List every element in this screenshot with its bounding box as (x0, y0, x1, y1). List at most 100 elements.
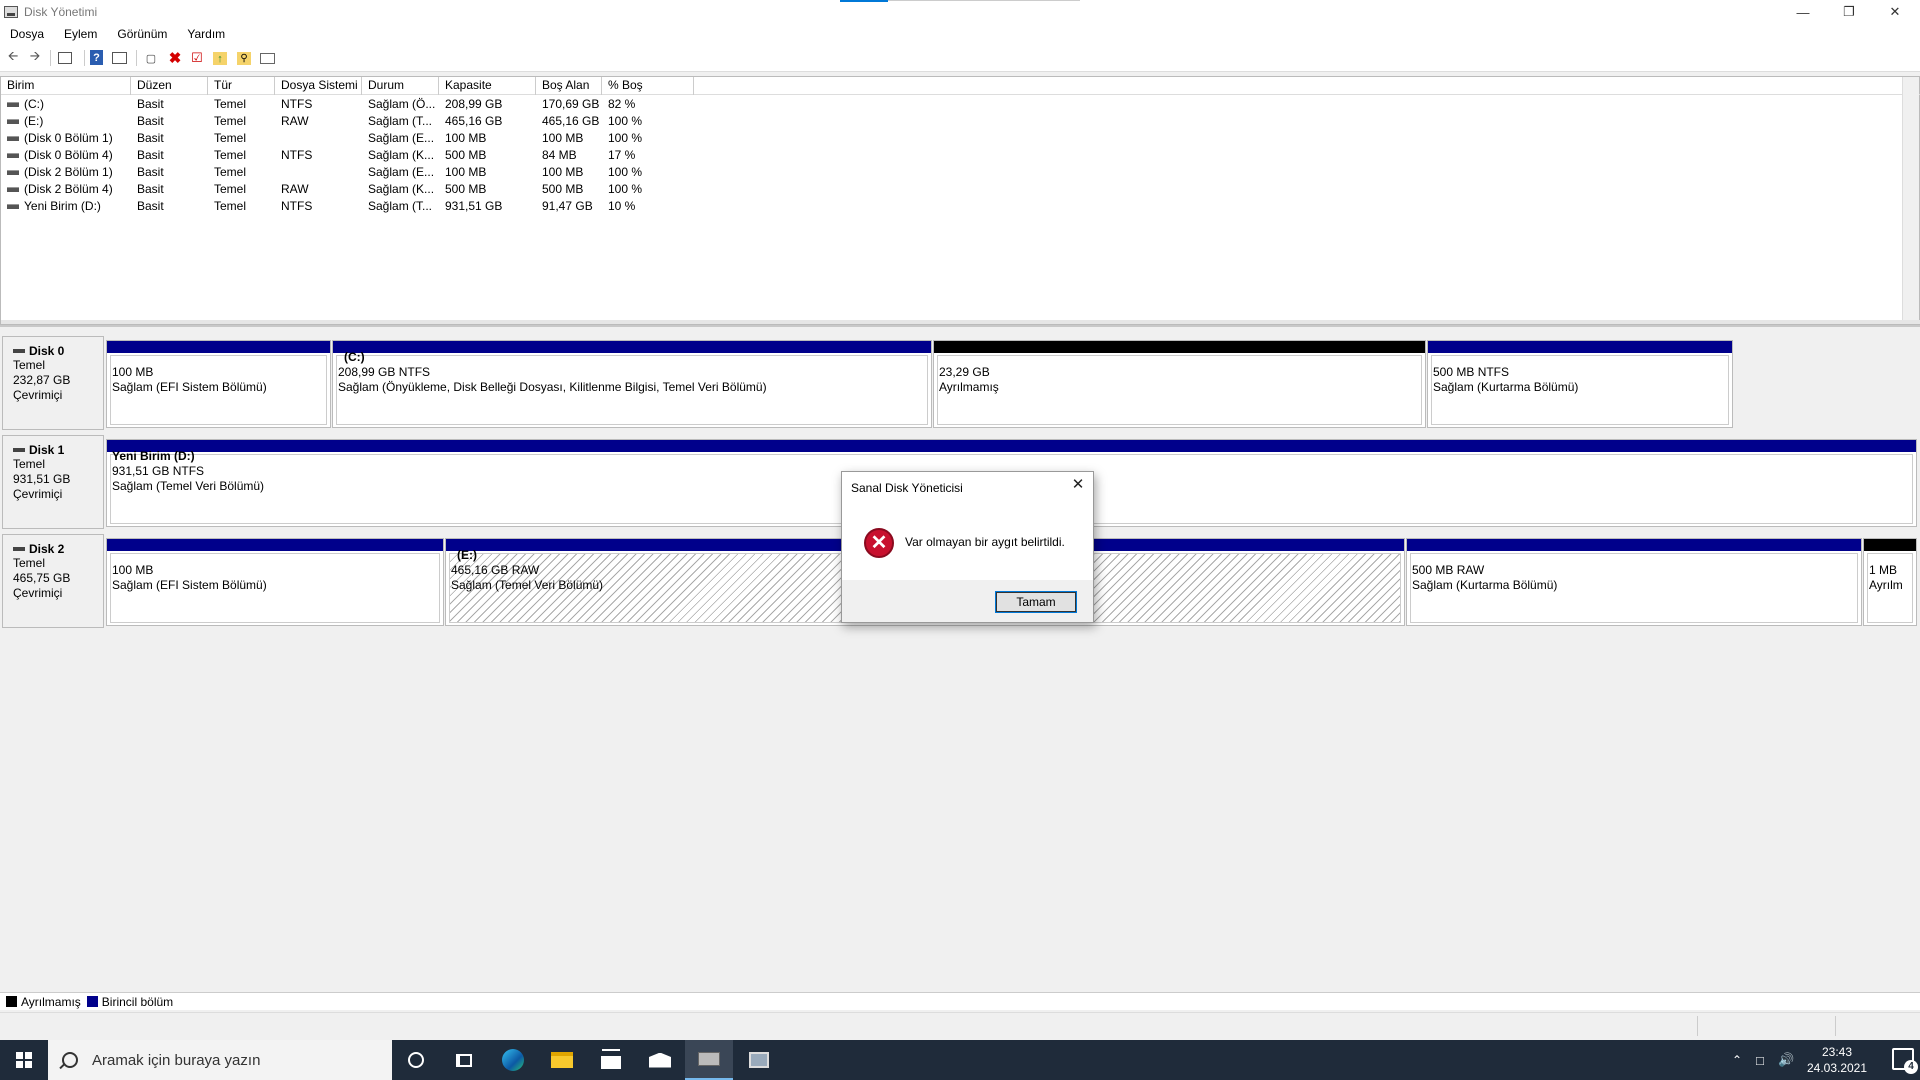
disk-icon (13, 448, 25, 452)
start-button[interactable] (0, 1040, 48, 1080)
properties-icon[interactable] (112, 52, 127, 64)
splitter[interactable] (1, 320, 1920, 324)
cortana-icon[interactable] (392, 1040, 440, 1080)
taskbar: Aramak için buraya yazın ⌃ □ 🔊 23:43 24.… (0, 1040, 1920, 1080)
volume-free: 170,69 GB (542, 97, 600, 111)
disk-0-unallocated[interactable]: 23,29 GB Ayrılmamış (933, 340, 1426, 428)
disk-2-partition-recovery[interactable]: 500 MB RAW Sağlam (Kurtarma Bölümü) (1406, 538, 1862, 626)
col-bos-alan[interactable]: Boş Alan (536, 77, 602, 95)
volume-name: (Disk 2 Bölüm 1) (24, 165, 113, 179)
notification-icon[interactable]: 4 (1892, 1048, 1918, 1074)
restore-button[interactable]: ❐ (1826, 0, 1872, 24)
toolbar-separator (50, 50, 51, 66)
disk-1-status: Çevrimiçi (13, 487, 63, 501)
help-icon[interactable]: ? (90, 50, 103, 65)
view-icon[interactable] (260, 53, 275, 64)
disk-2-partition-efi[interactable]: 100 MB Sağlam (EFI Sistem Bölümü) (106, 538, 444, 626)
menu-eylem[interactable]: Eylem (54, 27, 107, 41)
volume-list-header: Birim Düzen Tür Dosya Sistemi Durum Kapa… (1, 77, 1920, 95)
col-tur[interactable]: Tür (208, 77, 275, 95)
legend-unallocated-swatch (6, 996, 17, 1007)
partition-bar (107, 341, 330, 353)
volume-row[interactable]: (E:) Basit Temel RAW Sağlam (T... 465,16… (1, 113, 694, 130)
forward-icon[interactable]: 🡪 (27, 48, 43, 66)
disk-1-label[interactable]: Disk 1 Temel 931,51 GB Çevrimiçi (2, 435, 104, 529)
menu-yardim[interactable]: Yardım (177, 27, 235, 41)
menu-gorunum[interactable]: Görünüm (107, 27, 177, 41)
volume-row[interactable]: (Disk 2 Bölüm 4) Basit Temel RAW Sağlam … (1, 181, 694, 198)
col-duzen[interactable]: Düzen (131, 77, 208, 95)
volume-row[interactable]: (Disk 2 Bölüm 1) Basit Temel Sağlam (E..… (1, 164, 694, 181)
search-folder-icon[interactable]: ⚲ (237, 52, 251, 65)
close-button[interactable]: ✕ (1872, 0, 1918, 24)
col-durum[interactable]: Durum (362, 77, 439, 95)
partition-bar (107, 539, 443, 551)
volume-free-pct: 100 % (608, 114, 643, 128)
error-icon: ✕ (864, 528, 894, 558)
volume-layout: Basit (137, 131, 164, 145)
volume-row[interactable]: (Disk 0 Bölüm 1) Basit Temel Sağlam (E..… (1, 130, 694, 147)
disk-0-partition-efi[interactable]: 100 MB Sağlam (EFI Sistem Bölümü) (106, 340, 331, 428)
dialog-message: Var olmayan bir aygıt belirtildi. (905, 535, 1065, 549)
legend-unallocated-label: Ayrılmamış (21, 994, 81, 1009)
edge-icon[interactable] (489, 1040, 537, 1080)
toolbar-separator (84, 50, 85, 66)
app-icon[interactable] (735, 1040, 783, 1080)
console-tree-icon[interactable] (58, 52, 72, 64)
disk-0-label[interactable]: Disk 0 Temel 232,87 GB Çevrimiçi (2, 336, 104, 430)
disk-1-size: 931,51 GB (13, 472, 71, 486)
up-folder-icon[interactable]: ↑ (213, 52, 227, 65)
clock[interactable]: 23:43 24.03.2021 (1802, 1044, 1872, 1076)
minimize-button[interactable]: — (1780, 0, 1826, 24)
partition-size: 500 MB RAW (1412, 563, 1485, 577)
volume-layout: Basit (137, 182, 164, 196)
col-kapasite[interactable]: Kapasite (439, 77, 536, 95)
check-icon[interactable]: ☑ (189, 50, 205, 66)
volume-row[interactable]: (C:) Basit Temel NTFS Sağlam (Ö... 208,9… (1, 96, 694, 113)
volume-status: Sağlam (E... (368, 131, 435, 145)
legend: Ayrılmamış Birincil bölüm (0, 992, 1920, 1010)
volume-row[interactable]: (Disk 0 Bölüm 4) Basit Temel NTFS Sağlam… (1, 147, 694, 164)
volume-type: Temel (214, 182, 247, 196)
mail-icon[interactable] (636, 1040, 684, 1080)
volume-row[interactable]: Yeni Birim (D:) Basit Temel NTFS Sağlam … (1, 198, 694, 215)
back-icon[interactable]: 🡨 (5, 48, 21, 66)
disk-1-name: Disk 1 (13, 443, 103, 457)
col-dosya-sistemi[interactable]: Dosya Sistemi (275, 77, 362, 95)
col-yuzde-bos[interactable]: % Boş (602, 77, 694, 95)
file-explorer-icon[interactable] (538, 1040, 586, 1080)
tray-chevron-icon[interactable]: ⌃ (1732, 1040, 1742, 1080)
volume-capacity: 500 MB (445, 182, 487, 196)
store-icon[interactable] (587, 1040, 635, 1080)
volume-layout: Basit (137, 199, 164, 213)
volume-fs: NTFS (281, 97, 313, 111)
menu-dosya[interactable]: Dosya (0, 27, 54, 41)
disk-0-partition-c[interactable]: (C:) 208,99 GB NTFS Sağlam (Önyükleme, D… (332, 340, 932, 428)
task-view-icon[interactable] (440, 1040, 488, 1080)
volume-name: (Disk 2 Bölüm 4) (24, 182, 113, 196)
volume-name: Yeni Birim (D:) (24, 199, 101, 213)
disk-2-name: Disk 2 (13, 542, 103, 556)
disk-management-icon[interactable] (685, 1040, 733, 1080)
disk-2-label[interactable]: Disk 2 Temel 465,75 GB Çevrimiçi (2, 534, 104, 628)
volume-icon[interactable]: 🔊 (1778, 1040, 1794, 1080)
ok-button[interactable]: Tamam (995, 591, 1077, 613)
network-icon[interactable]: □ (1756, 1040, 1764, 1080)
disk-2-unallocated[interactable]: 1 MB Ayrılm (1863, 538, 1917, 626)
volume-type: Temel (214, 199, 247, 213)
disk-icon (13, 349, 25, 353)
volume-free: 465,16 GB (542, 114, 600, 128)
partition-status: Ayrılm (1869, 578, 1903, 592)
taskbar-search[interactable]: Aramak için buraya yazın (48, 1040, 392, 1080)
delete-icon[interactable]: ✖ (167, 50, 183, 67)
partition-size: 1 MB (1869, 563, 1898, 577)
partition-status: Sağlam (EFI Sistem Bölümü) (112, 578, 267, 592)
volume-list-scrollbar[interactable] (1902, 77, 1919, 324)
disk-0-partition-recovery[interactable]: 500 MB NTFS Sağlam (Kurtarma Bölümü) (1427, 340, 1733, 428)
volume-capacity: 500 MB (445, 148, 487, 162)
volume-status: Sağlam (E... (368, 165, 435, 179)
connect-icon[interactable]: ▢ (143, 50, 159, 66)
window-title: Disk Yönetimi (24, 5, 98, 19)
col-birim[interactable]: Birim (1, 77, 131, 95)
dialog-close-button[interactable]: ✕ (1069, 476, 1087, 494)
